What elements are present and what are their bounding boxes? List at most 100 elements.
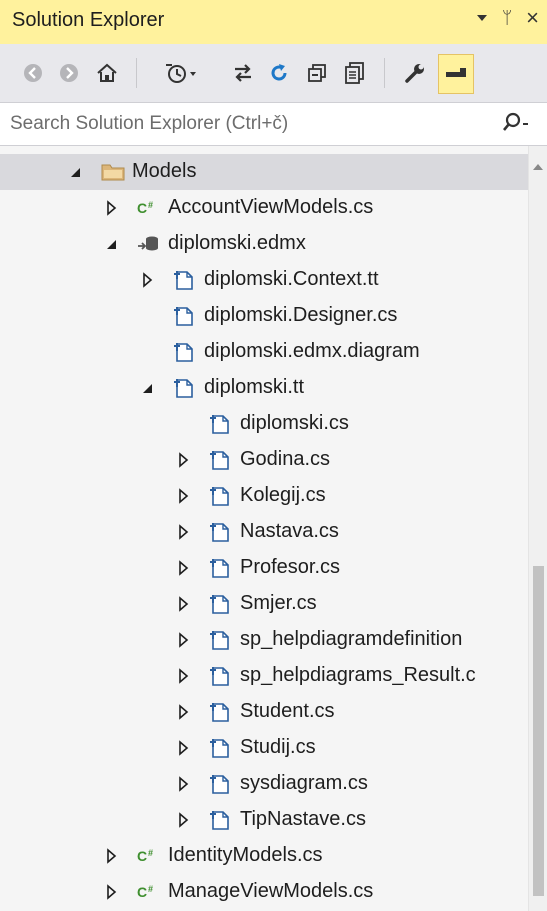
expand-arrow-icon[interactable] xyxy=(176,524,192,540)
template-file-icon xyxy=(208,629,232,651)
tree-node-label: TipNastave.cs xyxy=(240,808,366,830)
scroll-up-arrow-icon[interactable] xyxy=(532,158,544,176)
home-icon[interactable] xyxy=(90,54,124,92)
expand-arrow-icon[interactable] xyxy=(104,200,120,216)
tree-node-label: sp_helpdiagramdefinition xyxy=(240,628,463,650)
tree-node[interactable]: Models xyxy=(0,154,528,190)
tree-node-label: ManageViewModels.cs xyxy=(168,880,374,902)
scrollbar-thumb[interactable] xyxy=(533,566,544,896)
preview-icon[interactable] xyxy=(438,54,474,94)
tree-node-label: Godina.cs xyxy=(240,448,331,470)
expand-arrow-icon[interactable] xyxy=(176,632,192,648)
template-file-icon xyxy=(172,377,196,399)
tree-node-label: sysdiagram.cs xyxy=(240,772,368,794)
tree-node[interactable]: Student.cs xyxy=(0,694,528,730)
expand-arrow-icon[interactable] xyxy=(104,848,120,864)
expand-arrow-icon[interactable] xyxy=(140,272,156,288)
search-input[interactable] xyxy=(10,109,480,139)
expand-arrow-icon[interactable] xyxy=(176,704,192,720)
tree-node-label: diplomski.Context.tt xyxy=(204,268,379,290)
tree-node[interactable]: C # ManageViewModels.cs xyxy=(0,874,528,910)
close-icon[interactable]: × xyxy=(526,7,539,29)
template-file-icon xyxy=(208,737,232,759)
folder-icon xyxy=(100,161,125,183)
tree-node[interactable]: Profesor.cs xyxy=(0,550,528,586)
tree-node[interactable]: Godina.cs xyxy=(0,442,528,478)
template-file-icon xyxy=(208,773,232,795)
refresh-icon[interactable] xyxy=(262,54,296,92)
tree-node[interactable]: TipNastave.cs xyxy=(0,802,528,838)
collapse-all-icon[interactable] xyxy=(300,54,334,92)
properties-icon[interactable] xyxy=(398,54,432,92)
tree-node[interactable]: sp_helpdiagramdefinition xyxy=(0,622,528,658)
tree-node[interactable]: C # IdentityModels.cs xyxy=(0,838,528,874)
tree-node-label: Profesor.cs xyxy=(240,556,341,578)
window-title: Solution Explorer xyxy=(12,9,165,31)
template-file-icon xyxy=(208,521,232,543)
tree-node[interactable]: Smjer.cs xyxy=(0,586,528,622)
tree-node[interactable]: sysdiagram.cs xyxy=(0,766,528,802)
edmx-file-icon xyxy=(136,233,160,255)
expand-arrow-icon[interactable] xyxy=(176,560,192,576)
tree-node-label: diplomski.Designer.cs xyxy=(204,304,398,326)
pending-changes-icon[interactable] xyxy=(164,54,198,92)
expand-arrow-icon[interactable] xyxy=(176,596,192,612)
expand-arrow-icon[interactable] xyxy=(176,488,192,504)
tree-node[interactable]: sp_helpdiagrams_Result.c xyxy=(0,658,528,694)
collapse-arrow-icon[interactable] xyxy=(68,164,84,180)
expand-arrow-icon[interactable] xyxy=(176,812,192,828)
csharp-file-icon: C # xyxy=(136,881,160,903)
dropdown-arrow-icon[interactable] xyxy=(476,8,488,28)
tree-node[interactable]: diplomski.edmx.diagram xyxy=(0,334,528,370)
tree-node[interactable]: C # AccountViewModels.cs xyxy=(0,190,528,226)
template-file-icon xyxy=(208,449,232,471)
toolbar-separator xyxy=(136,58,137,88)
tree-node-label: sp_helpdiagrams_Result.c xyxy=(240,664,476,686)
pin-icon[interactable]: ᛘ xyxy=(502,8,512,28)
svg-text:C: C xyxy=(137,884,147,900)
sync-icon[interactable] xyxy=(226,54,260,92)
tree-node[interactable]: Nastava.cs xyxy=(0,514,528,550)
tree-node[interactable]: diplomski.Context.tt xyxy=(0,262,528,298)
tree-node-label: Nastava.cs xyxy=(240,520,339,542)
template-file-icon xyxy=(172,269,196,291)
expand-arrow-icon[interactable] xyxy=(176,740,192,756)
forward-icon[interactable] xyxy=(52,54,86,92)
tree-node-label: IdentityModels.cs xyxy=(168,844,323,866)
back-icon[interactable] xyxy=(16,54,50,92)
toolbar-separator xyxy=(384,58,385,88)
title-bar: Solution Explorer ᛘ × xyxy=(0,0,547,44)
template-file-icon xyxy=(172,341,196,363)
tree-node-label: Models xyxy=(132,160,197,182)
tree-node[interactable]: Studij.cs xyxy=(0,730,528,766)
tree-node[interactable]: diplomski.cs xyxy=(0,406,528,442)
search-icon[interactable] xyxy=(501,112,529,139)
template-file-icon xyxy=(208,701,232,723)
tree-node[interactable]: diplomski.Designer.cs xyxy=(0,298,528,334)
vertical-scrollbar[interactable] xyxy=(528,146,547,911)
template-file-icon xyxy=(208,485,232,507)
collapse-arrow-icon[interactable] xyxy=(104,236,120,252)
template-file-icon xyxy=(172,305,196,327)
collapse-arrow-icon[interactable] xyxy=(140,380,156,396)
tree-node[interactable]: diplomski.edmx xyxy=(0,226,528,262)
window-controls: ᛘ × xyxy=(476,7,539,29)
svg-text:#: # xyxy=(148,848,153,858)
toolbar xyxy=(0,44,547,102)
expand-arrow-icon[interactable] xyxy=(176,668,192,684)
svg-text:C: C xyxy=(137,848,147,864)
tree-node-label: Smjer.cs xyxy=(240,592,317,614)
tree-node-label: AccountViewModels.cs xyxy=(168,196,374,218)
tree-node[interactable]: diplomski.tt xyxy=(0,370,528,406)
tree-node[interactable]: Kolegij.cs xyxy=(0,478,528,514)
show-all-files-icon[interactable] xyxy=(338,54,372,92)
expand-arrow-icon[interactable] xyxy=(104,884,120,900)
tree-node-label: diplomski.edmx.diagram xyxy=(204,340,420,362)
solution-tree: Models C # AccountViewModels.cs diplomski.ed… xyxy=(0,146,528,911)
expand-arrow-icon[interactable] xyxy=(176,452,192,468)
tree-node-label: diplomski.edmx xyxy=(168,232,306,254)
tree-node-label: diplomski.cs xyxy=(240,412,349,434)
expand-arrow-icon[interactable] xyxy=(176,776,192,792)
svg-text:#: # xyxy=(148,884,153,894)
tree-node-label: Studij.cs xyxy=(240,736,316,758)
